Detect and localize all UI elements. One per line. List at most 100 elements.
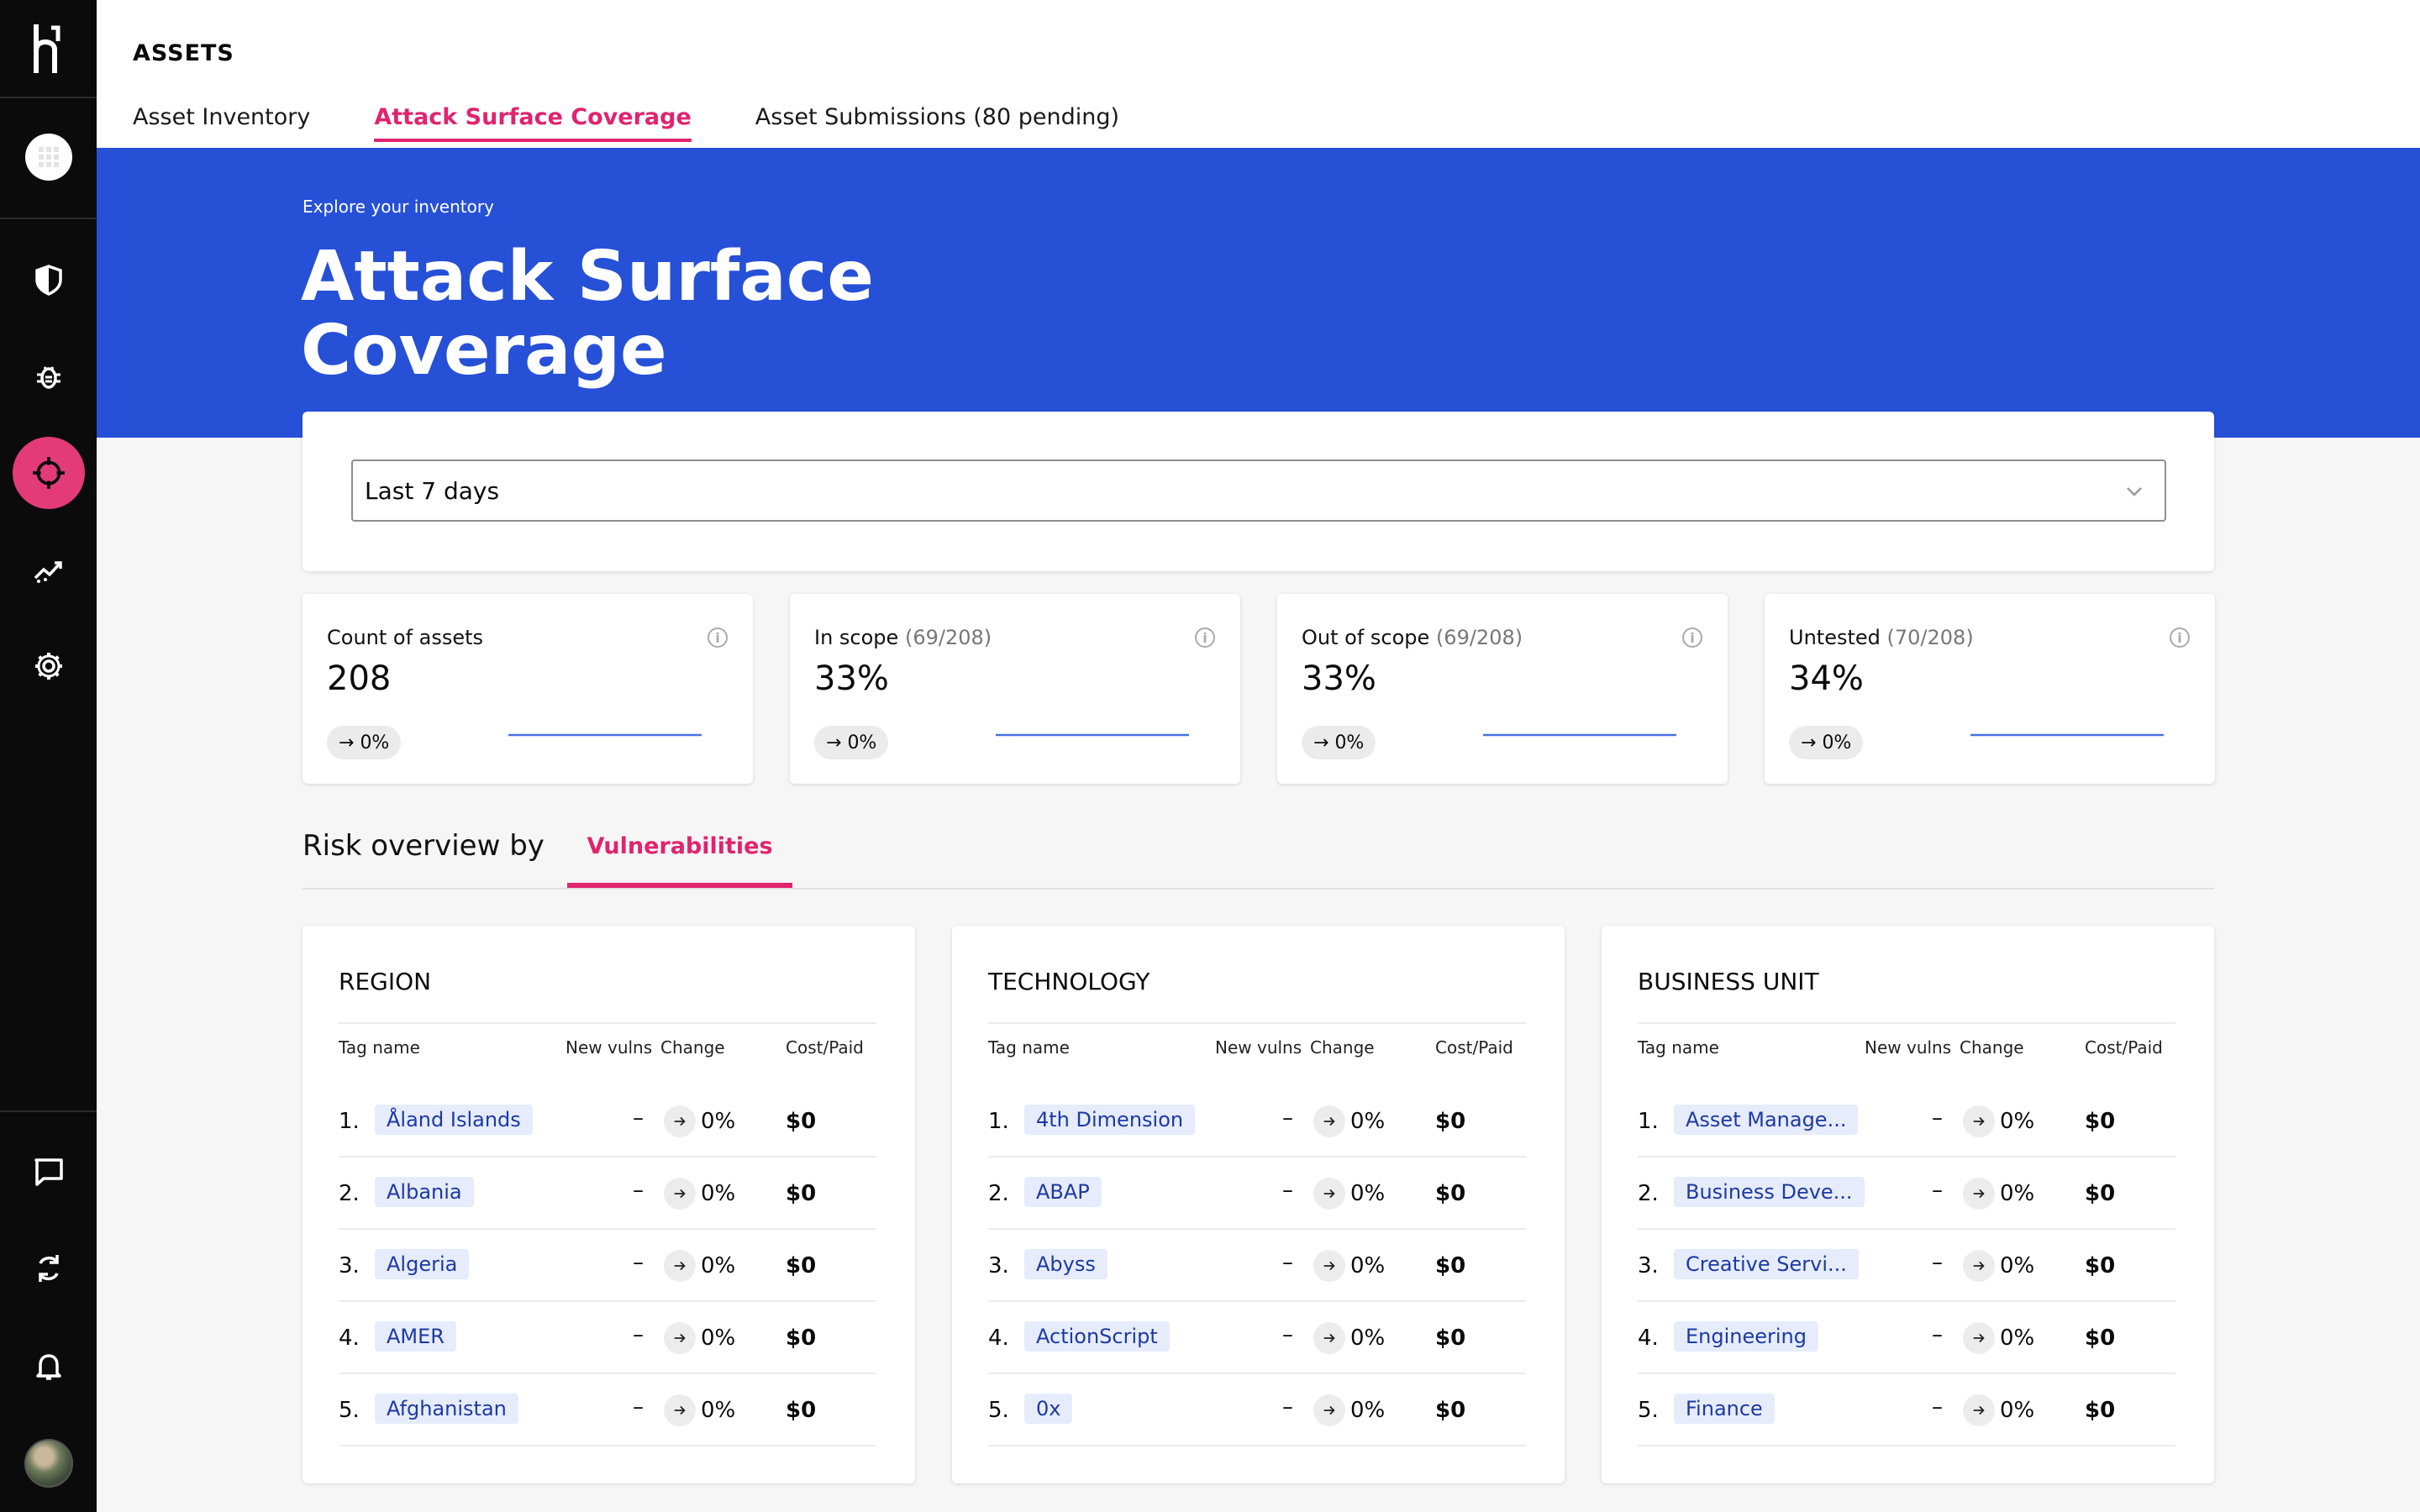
avatar xyxy=(24,1439,73,1488)
divider xyxy=(339,1022,876,1024)
arrow-right-icon xyxy=(664,1250,696,1282)
date-range-value: Last 7 days xyxy=(365,476,500,505)
arrow-right-icon xyxy=(1313,1105,1345,1137)
change-value: 0% xyxy=(701,1398,736,1423)
change-value: 0% xyxy=(2000,1181,2035,1206)
sidebar-item-assets[interactable] xyxy=(0,435,97,511)
region-table-card: REGION Tag name New vulns Change Cost/Paid 1.… xyxy=(302,926,915,1483)
new-vulns-value: – xyxy=(1932,1105,1943,1131)
sidebar-item-profile[interactable] xyxy=(0,1425,97,1501)
tag-chip[interactable]: ActionScript xyxy=(1024,1321,1170,1352)
top-header: ASSETS Asset Inventory Attack Surface Co… xyxy=(97,0,2420,148)
tag-chip[interactable]: 4th Dimension xyxy=(1024,1105,1196,1135)
column-header-tag: Tag name xyxy=(339,1037,420,1058)
cost-value: $0 xyxy=(786,1181,817,1206)
tag-chip[interactable]: Business Deve... xyxy=(1674,1177,1865,1207)
metric-label: Out of scope xyxy=(1302,626,1430,649)
tag-chip[interactable]: Asset Manage... xyxy=(1674,1105,1859,1135)
cost-value: $0 xyxy=(1435,1398,1466,1423)
sidebar xyxy=(0,0,97,1512)
metric-change: 0% xyxy=(1822,732,1852,753)
page-title: Attack Surface Coverage xyxy=(301,237,874,391)
info-icon[interactable]: i xyxy=(1195,627,1215,648)
table-row: 5. 0x – 0% $0 xyxy=(988,1374,1526,1446)
sidebar-item-notifications[interactable] xyxy=(0,1329,97,1404)
table-title: TECHNOLOGY xyxy=(988,968,1150,995)
tag-chip[interactable]: Engineering xyxy=(1674,1321,1818,1352)
crosshair-icon xyxy=(12,437,85,509)
tag-chip[interactable]: Creative Servi... xyxy=(1674,1249,1859,1279)
table-title: BUSINESS UNIT xyxy=(1638,968,1819,995)
change-value: 0% xyxy=(2000,1253,2035,1278)
tab-attack-surface-coverage[interactable]: Attack Surface Coverage xyxy=(374,104,692,142)
row-rank: 2. xyxy=(1638,1181,1659,1206)
cost-value: $0 xyxy=(1435,1253,1466,1278)
row-rank: 3. xyxy=(339,1253,360,1278)
section-title: ASSETS xyxy=(133,40,234,66)
sidebar-item-messages[interactable] xyxy=(0,1134,97,1210)
tag-chip[interactable]: Åland Islands xyxy=(375,1105,533,1135)
column-header-new-vulns: New vulns xyxy=(566,1037,653,1058)
tab-vulnerabilities[interactable]: Vulnerabilities xyxy=(567,827,792,888)
table-row: 2. Albania – 0% $0 xyxy=(339,1158,876,1230)
change-value: 0% xyxy=(1350,1398,1386,1423)
row-rank: 4. xyxy=(988,1326,1009,1351)
cost-value: $0 xyxy=(2085,1253,2116,1278)
arrow-right-icon xyxy=(664,1394,696,1426)
table-row: 3. Abyss – 0% $0 xyxy=(988,1230,1526,1302)
date-range-select[interactable]: Last 7 days xyxy=(351,459,2166,522)
info-icon[interactable]: i xyxy=(2170,627,2190,648)
metric-value: 33% xyxy=(1302,659,1376,698)
logo-icon[interactable] xyxy=(0,0,97,97)
metric-card-count: Count of assets i 208 → 0% xyxy=(302,594,753,784)
metric-card-untested: Untested (70/208) i 34% → 0% xyxy=(1765,594,2215,784)
new-vulns-value: – xyxy=(1282,1250,1293,1275)
info-icon[interactable]: i xyxy=(1682,627,1702,648)
table-row: 2. Business Deve... – 0% $0 xyxy=(1638,1158,2175,1230)
new-vulns-value: – xyxy=(633,1178,644,1203)
sidebar-item-vulnerabilities[interactable] xyxy=(0,339,97,414)
sidebar-item-programs[interactable] xyxy=(0,119,97,195)
arrow-right-icon xyxy=(1963,1178,1995,1210)
new-vulns-value: – xyxy=(1282,1394,1293,1420)
tag-chip[interactable]: Finance xyxy=(1674,1394,1775,1424)
metric-sub: (70/208) xyxy=(1886,626,1974,649)
sidebar-item-security[interactable] xyxy=(0,242,97,318)
row-rank: 2. xyxy=(339,1181,360,1206)
shield-icon xyxy=(34,265,62,296)
tag-chip[interactable]: Albania xyxy=(375,1177,474,1207)
column-header-cost: Cost/Paid xyxy=(2085,1037,2163,1058)
row-rank: 3. xyxy=(988,1253,1009,1278)
column-header-cost: Cost/Paid xyxy=(786,1037,864,1058)
tab-asset-inventory[interactable]: Asset Inventory xyxy=(133,104,310,142)
cost-value: $0 xyxy=(2085,1326,2116,1351)
tag-chip[interactable]: 0x xyxy=(1024,1394,1073,1424)
change-value: 0% xyxy=(701,1253,736,1278)
new-vulns-value: – xyxy=(1932,1178,1943,1203)
metric-sub: (69/208) xyxy=(904,626,992,649)
metric-value: 34% xyxy=(1789,659,1864,698)
tag-chip[interactable]: AMER xyxy=(375,1321,456,1352)
tag-chip[interactable]: Algeria xyxy=(375,1249,470,1279)
sidebar-divider xyxy=(0,97,97,98)
row-rank: 1. xyxy=(339,1109,360,1134)
metric-card-out-of-scope: Out of scope (69/208) i 33% → 0% xyxy=(1277,594,1728,784)
metric-sub: (69/208) xyxy=(1435,626,1523,649)
info-icon[interactable]: i xyxy=(708,627,728,648)
metric-change-badge: → 0% xyxy=(814,726,889,759)
chevron-down-icon xyxy=(2127,487,2142,496)
change-value: 0% xyxy=(1350,1253,1386,1278)
sidebar-item-settings[interactable] xyxy=(0,628,97,704)
new-vulns-value: – xyxy=(1932,1322,1943,1347)
tab-asset-submissions[interactable]: Asset Submissions (80 pending) xyxy=(755,104,1119,142)
tag-chip[interactable]: ABAP xyxy=(1024,1177,1102,1207)
metric-change-badge: → 0% xyxy=(1302,726,1376,759)
tag-chip[interactable]: Afghanistan xyxy=(375,1394,518,1424)
change-value: 0% xyxy=(701,1109,736,1134)
sidebar-item-analytics[interactable] xyxy=(0,532,97,607)
cost-value: $0 xyxy=(2085,1109,2116,1134)
cost-value: $0 xyxy=(1435,1109,1466,1134)
bug-icon xyxy=(36,366,60,389)
sidebar-item-sync[interactable] xyxy=(0,1231,97,1306)
tag-chip[interactable]: Abyss xyxy=(1024,1249,1107,1279)
